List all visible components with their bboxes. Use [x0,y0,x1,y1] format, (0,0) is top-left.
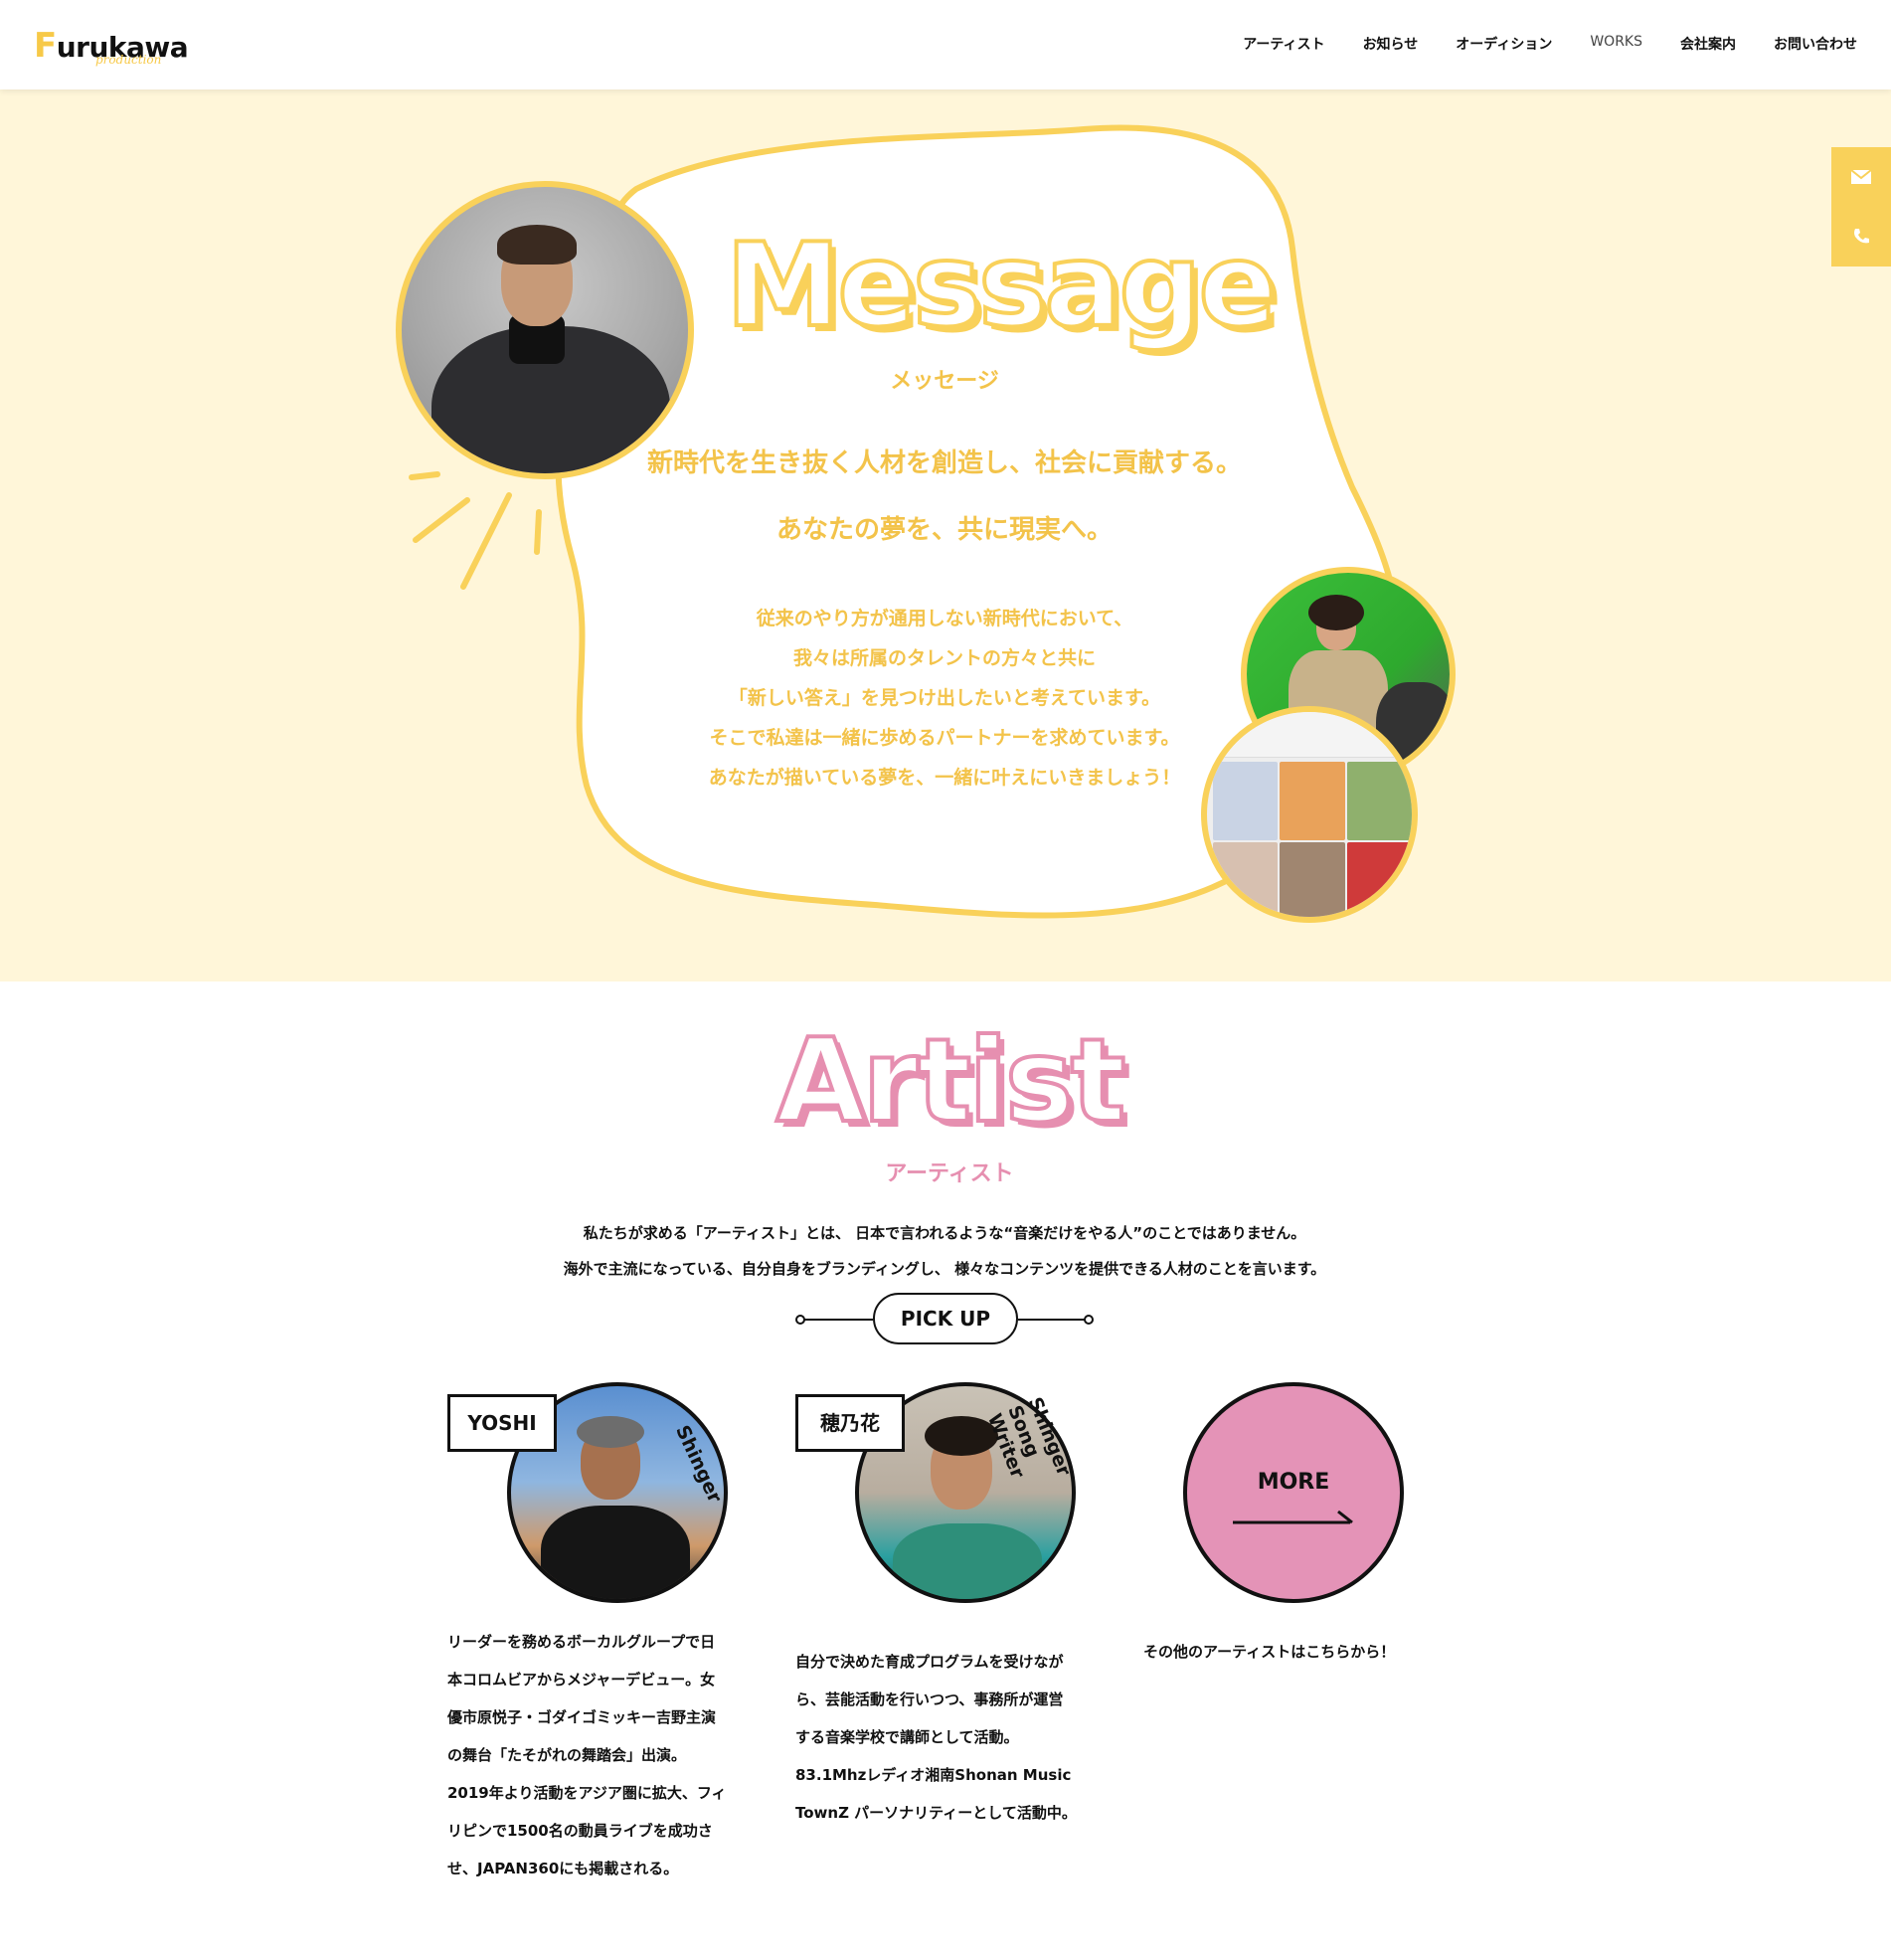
artist-description: 自分で決めた育成プログラムを受けなが ら、芸能活動を行いつつ、事務所が運営 する… [795,1653,1077,1822]
artist-name-label: 穂乃花 [795,1394,905,1452]
message-body-line: 我々は所属のタレントの方々と共に [792,647,1096,669]
main-nav: アーティスト お知らせ オーディション WORKS 会社案内 お問い合わせ [1243,34,1857,54]
artist-name-label: YOSHI [447,1394,557,1452]
artist-intro-line: 海外で主流になっている、自分自身をブランディングし、 様々なコンテンツを提供でき… [563,1260,1326,1278]
ray-4 [534,509,542,555]
message-body-line: 「新しい答え」を見つけ出したいと考えています。 [728,687,1161,709]
nav-works[interactable]: WORKS [1590,34,1642,54]
more-artists-text: その他のアーティストはこちらから！ [1143,1643,1396,1661]
ceo-photo [396,181,694,479]
nav-news[interactable]: お知らせ [1363,34,1419,54]
message-subtitle: メッセージ [890,369,999,394]
ray-1 [409,471,440,480]
nav-artist[interactable]: アーティスト [1243,34,1324,54]
message-title: Message [724,219,1279,353]
more-artists-button[interactable]: MORE [1183,1382,1404,1603]
pickup-label: PICK UP [873,1293,1018,1344]
message-section: Message メッセージ 新時代を生き抜く人材を創造し、社会に貢献する。 あな… [0,89,1891,981]
phone-button[interactable] [1831,207,1891,267]
artist-description: リーダーを務めるボーカルグループで日 本コロムビアからメジャーデビュー。女 優市… [447,1633,727,1877]
ray-2 [413,497,470,543]
more-label: MORE [1257,1470,1330,1495]
message-body: 従来のやり方が通用しない新時代において、 我々は所属のタレントの方々と共に 「新… [597,599,1292,798]
site-header: Furukawa production アーティスト お知らせ オーディション … [0,0,1891,89]
phone-icon [1854,229,1869,244]
artist-intro: 私たちが求める「アーティスト」とは、 日本で言われるような“音楽だけをやる人”の… [447,1215,1442,1287]
artist-title: Artist [774,1014,1128,1149]
ray-3 [460,492,512,590]
mail-button[interactable] [1831,147,1891,207]
site-logo[interactable]: Furukawa production [34,26,189,67]
arrow-right-icon [1233,1510,1353,1524]
artist-subtitle: アーティスト [885,1161,1014,1186]
message-body-line: そこで私達は一緒に歩めるパートナーを求めています。 [709,727,1180,749]
pickup-heading: PICK UP [795,1293,1096,1346]
mail-icon [1850,169,1872,184]
message-lead-2: あなたの夢を、共に現実へ。 [775,515,1113,545]
side-contact-tab [1831,147,1891,267]
nav-audition[interactable]: オーディション [1456,34,1552,54]
nav-company[interactable]: 会社案内 [1680,34,1736,54]
message-body-line: 従来のやり方が通用しない新時代において、 [756,608,1133,629]
message-body-line: あなたが描いている夢を、一緒に叶えにいきましょう！ [708,767,1181,789]
message-lead-1: 新時代を生き抜く人材を創造し、社会に貢献する。 [646,448,1242,478]
artist-intro-line: 私たちが求める「アーティスト」とは、 日本で言われるような“音楽だけをやる人”の… [583,1224,1306,1242]
logo-subtitle: production [95,53,162,67]
nav-contact[interactable]: お問い合わせ [1774,34,1857,54]
